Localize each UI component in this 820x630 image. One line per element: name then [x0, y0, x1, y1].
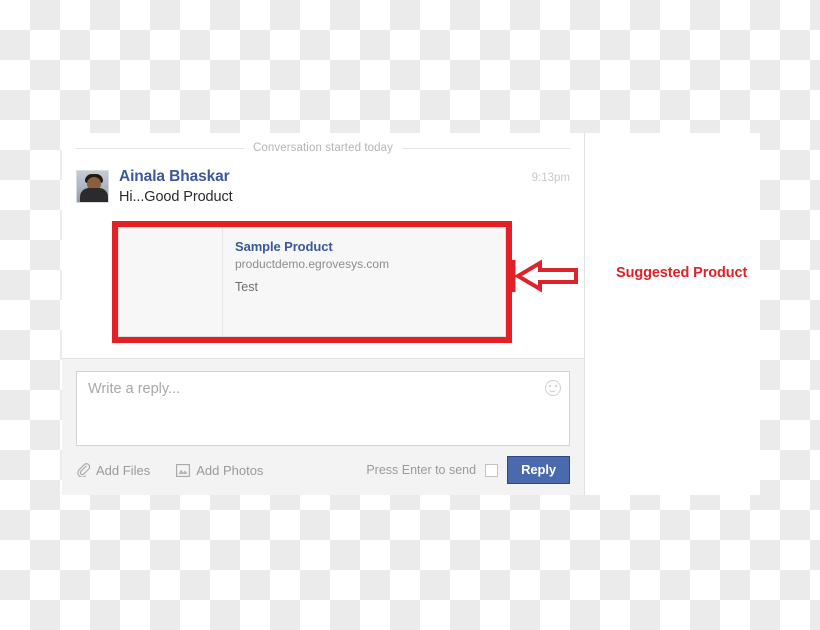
message-header: Ainala Bhaskar 9:13pm — [119, 168, 570, 186]
smiley-mouth — [549, 389, 556, 392]
reply-button[interactable]: Reply — [507, 456, 570, 484]
smiley-icon[interactable] — [545, 380, 561, 396]
add-photos-label: Add Photos — [196, 462, 264, 478]
add-files-label: Add Files — [96, 462, 151, 478]
message-item: Ainala Bhaskar 9:13pm Hi...Good Product — [76, 168, 570, 205]
photo-icon — [176, 463, 191, 477]
add-photos-button[interactable]: Add Photos — [176, 463, 263, 478]
composer-actions: Add Files Add Photos Press Enter to send… — [76, 456, 570, 484]
message-sender-name[interactable]: Ainala Bhaskar — [119, 168, 230, 186]
annotation-label: Suggested Product — [616, 265, 748, 281]
reply-composer: Add Files Add Photos Press Enter to send… — [62, 358, 584, 495]
left-arrow-callout-icon — [510, 258, 580, 294]
press-enter-label: Press Enter to send — [366, 463, 477, 477]
smiley-eye-right — [555, 384, 557, 387]
user-photo-avatar[interactable] — [76, 170, 109, 203]
paperclip-icon — [76, 463, 90, 477]
divider-rule-left — [76, 147, 244, 149]
message-body: Ainala Bhaskar 9:13pm Hi...Good Product — [119, 168, 570, 205]
reply-input[interactable] — [77, 372, 569, 445]
message-text: Hi...Good Product — [119, 189, 233, 205]
smiley-eye-left — [549, 384, 551, 387]
divider-rule-right — [402, 147, 571, 149]
message-timestamp: 9:13pm — [531, 172, 570, 184]
composer-right-group: Press Enter to send Reply — [366, 456, 570, 484]
conversation-start-divider: Conversation started today — [76, 142, 571, 154]
conversation-start-label: Conversation started today — [252, 142, 394, 154]
press-enter-checkbox[interactable] — [485, 463, 499, 477]
highlight-box-annotation — [112, 221, 512, 343]
avatar-body — [80, 188, 108, 202]
add-files-button[interactable]: Add Files — [76, 463, 150, 478]
reply-input-wrapper[interactable] — [76, 371, 570, 446]
